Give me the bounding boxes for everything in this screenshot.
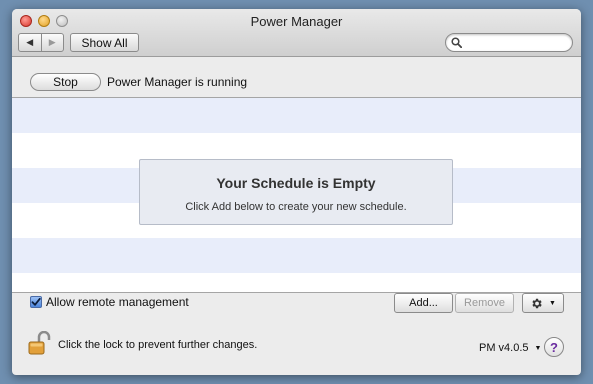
lock-instruction-text: Click the lock to prevent further change…: [58, 339, 258, 351]
empty-schedule-title: Your Schedule is Empty: [216, 175, 376, 191]
add-button[interactable]: Add...: [394, 293, 453, 313]
service-status-text: Power Manager is running: [107, 75, 248, 89]
back-button[interactable]: ◀: [19, 34, 41, 51]
navigation-segment: ◀ ▶: [18, 33, 64, 52]
chevron-down-icon: ▼: [534, 344, 542, 352]
search-input[interactable]: [464, 35, 568, 50]
preferences-window: Power Manager ◀ ▶ Show All Stop Power Ma…: [12, 9, 581, 375]
forward-button[interactable]: ▶: [40, 34, 64, 51]
search-icon: [451, 37, 462, 48]
empty-schedule-subtitle: Click Add below to create your new sched…: [185, 201, 407, 213]
show-all-button[interactable]: Show All: [70, 33, 139, 52]
unlocked-padlock-icon: [28, 330, 51, 355]
title-bar: Power Manager ◀ ▶ Show All: [12, 9, 581, 57]
remove-button[interactable]: Remove: [455, 293, 514, 313]
checkmark-icon: [31, 297, 41, 306]
stop-button[interactable]: Stop: [30, 73, 101, 91]
left-arrow-icon: ◀: [26, 37, 34, 47]
help-button[interactable]: ?: [544, 337, 564, 357]
version-label: PM v4.0.5: [479, 342, 529, 354]
empty-schedule-message: Your Schedule is Empty Click Add below t…: [139, 159, 453, 225]
allow-remote-checkbox[interactable]: [30, 296, 42, 308]
schedule-list[interactable]: Your Schedule is Empty Click Add below t…: [12, 97, 581, 293]
action-menu-button[interactable]: ▼: [522, 293, 564, 313]
window-title: Power Manager: [250, 14, 343, 29]
gear-icon: [532, 298, 542, 308]
search-field[interactable]: [445, 33, 573, 52]
version-menu[interactable]: PM v4.0.5 ▼: [479, 342, 541, 354]
allow-remote-label[interactable]: Allow remote management: [46, 295, 189, 309]
chevron-down-icon: ▼: [549, 299, 556, 307]
right-arrow-icon: ▶: [48, 37, 56, 47]
lock-button[interactable]: [28, 330, 54, 358]
